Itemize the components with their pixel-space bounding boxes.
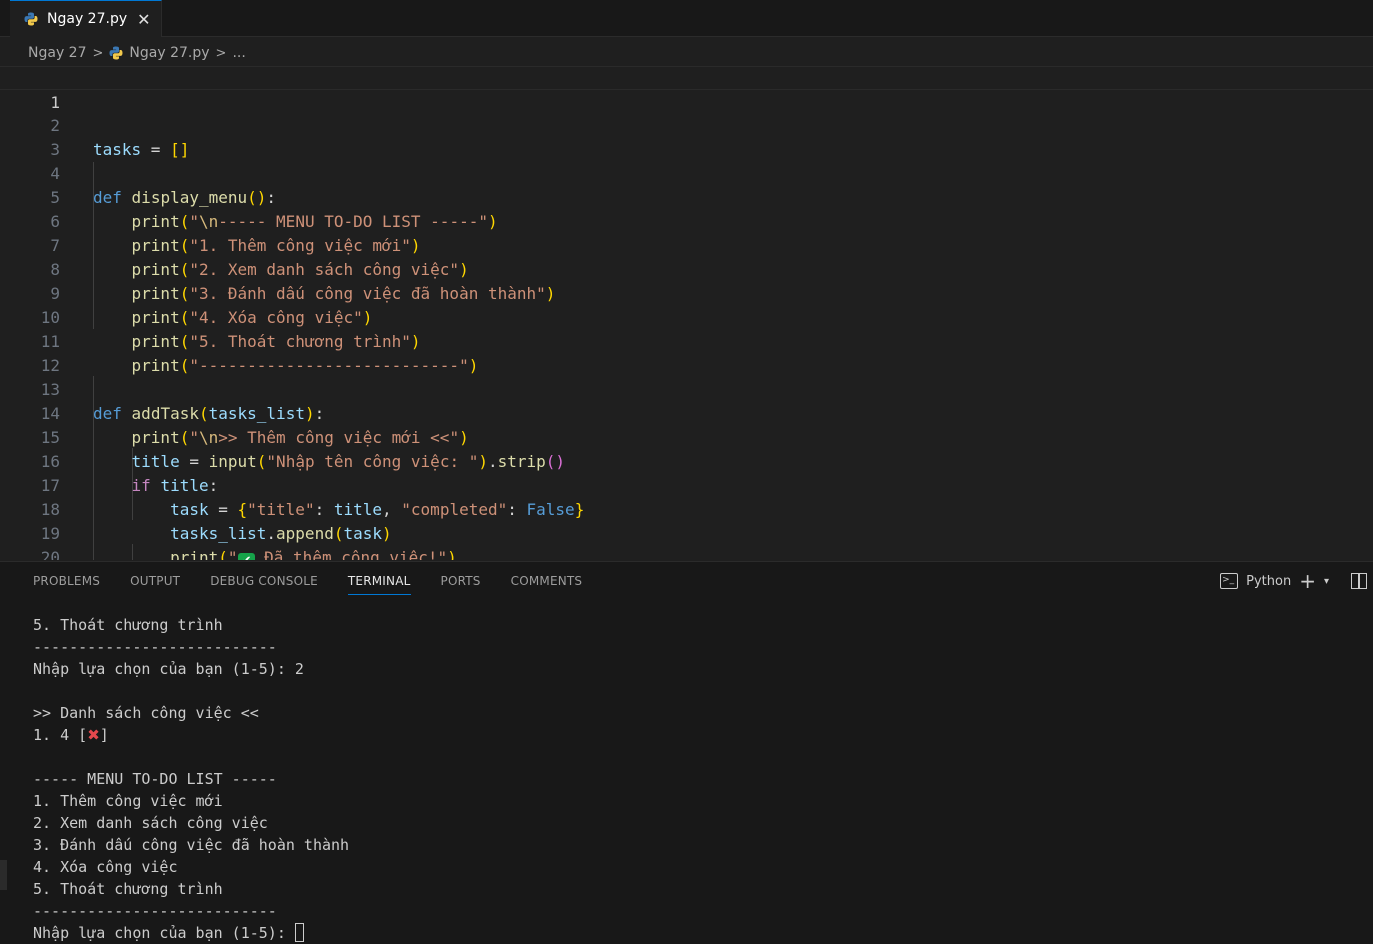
chevron-right-icon: > xyxy=(215,45,227,61)
terminal-output[interactable]: 5. Thoát chương trình ------------------… xyxy=(33,614,349,944)
plus-icon[interactable]: + xyxy=(1299,571,1316,591)
code-line: 17 task = {"title": title, "completed": … xyxy=(0,450,1373,519)
code-line: 20 else: xyxy=(0,522,1373,560)
code-line: 12 xyxy=(0,330,1373,375)
python-file-icon xyxy=(24,12,38,26)
terminal-line: 5. Thoát chương trình xyxy=(33,616,223,634)
breadcrumb: Ngay 27 > Ngay 27.py > ... xyxy=(0,38,1373,68)
sash[interactable] xyxy=(0,860,7,890)
terminal-shell-label[interactable]: Python xyxy=(1246,574,1291,589)
code-line: 11 print("---------------------------") xyxy=(0,306,1373,375)
code-line: 1 xyxy=(0,66,1373,112)
code-line: 15 title = input("Nhập tên công việc: ")… xyxy=(0,402,1373,471)
tab-output[interactable]: OUTPUT xyxy=(130,574,180,595)
code-line: 16 if title: xyxy=(0,426,1373,495)
terminal-line: 5. Thoát chương trình xyxy=(33,880,223,898)
terminal-line: Nhập lựa chọn của bạn (1-5): 2 xyxy=(33,660,304,678)
chevron-right-icon: > xyxy=(92,45,104,61)
code-line: 18 tasks_list.append(task) xyxy=(0,474,1373,543)
terminal-line: --------------------------- xyxy=(33,638,277,656)
code-line: 5 print("\n----- MENU TO-DO LIST -----") xyxy=(0,162,1373,231)
bottom-panel: PROBLEMS OUTPUT DEBUG CONSOLE TERMINAL P… xyxy=(0,561,1373,944)
tab-label: Ngay 27.py xyxy=(47,11,128,27)
tab-terminal[interactable]: TERMINAL xyxy=(347,574,411,595)
tab-comments[interactable]: COMMENTS xyxy=(511,574,583,595)
terminal-icon: >_ xyxy=(1220,573,1239,589)
code-line: 9 print("4. Xóa công việc") xyxy=(0,258,1373,327)
terminal-cursor xyxy=(294,923,304,942)
code-line: 19 print("✔ Đã thêm công việc!") xyxy=(0,498,1373,560)
breadcrumb-folder[interactable]: Ngay 27 xyxy=(28,45,87,61)
code-line: 14 print("\n>> Thêm công việc mới <<") xyxy=(0,378,1373,447)
terminal-line: --------------------------- xyxy=(33,902,277,920)
tab-ports[interactable]: PORTS xyxy=(441,574,481,595)
python-file-icon xyxy=(109,46,123,60)
close-icon[interactable]: ✕ xyxy=(137,10,150,29)
terminal-line: 3. Đánh dấu công việc đã hoàn thành xyxy=(33,836,350,854)
code-editor[interactable]: 1 2 tasks = [] 3 4 def display_menu(): 5… xyxy=(0,66,1373,560)
editor-tab-bar: Ngay 27.py ✕ xyxy=(0,0,1373,37)
code-line: 2 tasks = [] xyxy=(0,90,1373,159)
terminal-prompt-line[interactable]: Nhập lựa chọn của bạn (1-5): xyxy=(33,922,349,944)
terminal-line: >> Danh sách công việc << xyxy=(33,704,259,722)
code-line: 21 print("✖ Tên công việc không được để … xyxy=(0,546,1373,560)
chevron-down-icon[interactable]: ▾ xyxy=(1324,576,1329,587)
code-line: 13 def addTask(tasks_list): xyxy=(0,354,1373,423)
breadcrumb-file[interactable]: Ngay 27.py xyxy=(129,45,209,61)
tab-problems[interactable]: PROBLEMS xyxy=(33,574,100,595)
terminal-line: 2. Xem danh sách công việc xyxy=(33,814,268,832)
code-line: 7 print("2. Xem danh sách công việc") xyxy=(0,210,1373,279)
terminal-line: ----- MENU TO-DO LIST ----- xyxy=(33,770,277,788)
panel-tabs: PROBLEMS OUTPUT DEBUG CONSOLE TERMINAL P… xyxy=(33,574,582,595)
tab-ngay-27-py[interactable]: Ngay 27.py ✕ xyxy=(10,0,162,37)
terminal-line: 1. Thêm công việc mới xyxy=(33,792,223,810)
code-line: 8 print("3. Đánh dấu công việc đã hoàn t… xyxy=(0,234,1373,303)
terminal-line: 4. Xóa công việc xyxy=(33,858,178,876)
terminal-prompt: Nhập lựa chọn của bạn (1-5): xyxy=(33,924,295,942)
breadcrumb-symbols[interactable]: ... xyxy=(232,45,245,61)
code-line: 10 print("5. Thoát chương trình") xyxy=(0,282,1373,351)
tab-debug-console[interactable]: DEBUG CONSOLE xyxy=(210,574,318,595)
code-line: 6 print("1. Thêm công việc mới") xyxy=(0,186,1373,255)
panel-actions: >_ Python + ▾ xyxy=(1220,571,1367,591)
cross-mark-icon: ✖ xyxy=(87,726,100,744)
code-line: 3 xyxy=(0,114,1373,159)
code-line: 4 def display_menu(): xyxy=(0,138,1373,207)
terminal-line: 1. 4 [✖] xyxy=(33,726,109,744)
split-terminal-icon[interactable] xyxy=(1351,573,1367,589)
